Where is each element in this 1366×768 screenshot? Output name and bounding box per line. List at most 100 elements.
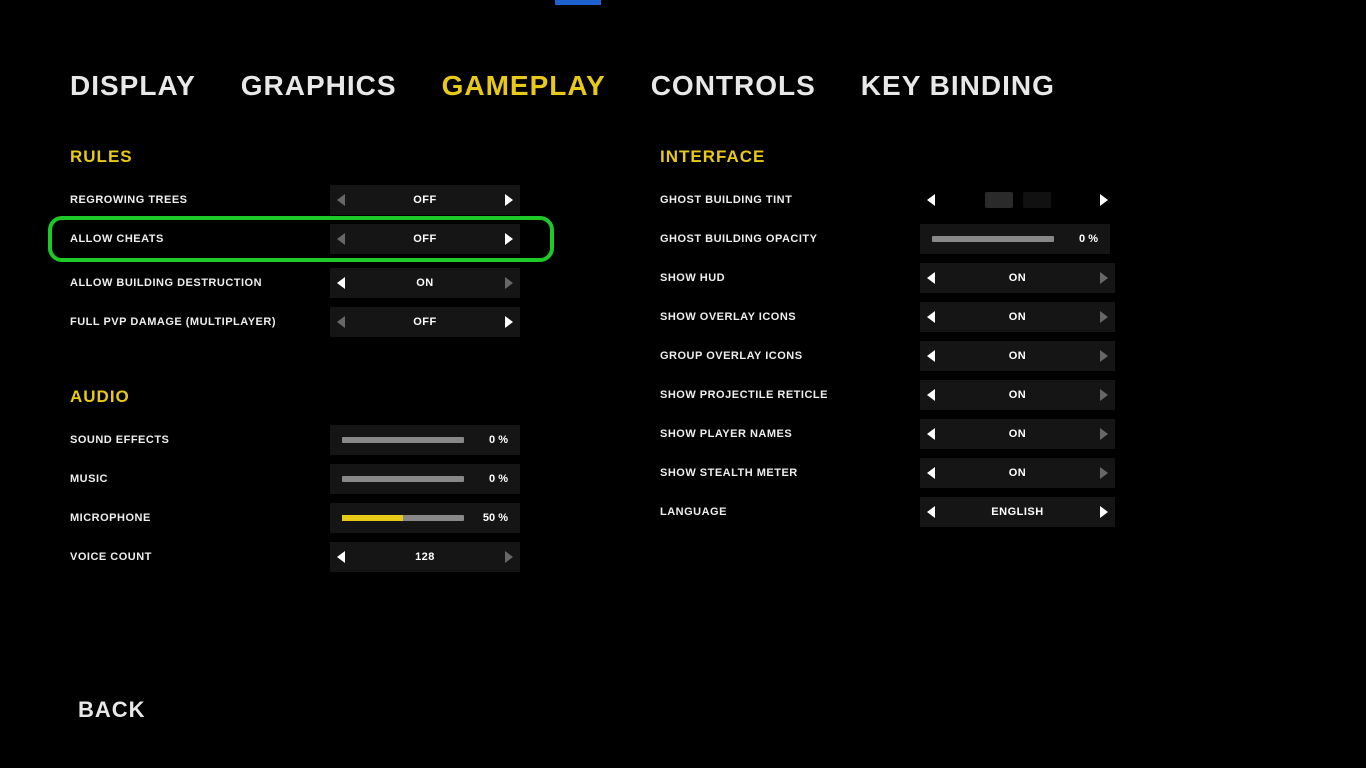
arrow-right-icon[interactable] (1093, 185, 1115, 215)
swatch[interactable] (985, 192, 1013, 208)
selector-regrowing-trees[interactable]: OFF (330, 185, 520, 215)
arrow-left-icon[interactable] (920, 380, 942, 410)
row-sound-effects: SOUND EFFECTS 0 % (70, 425, 540, 455)
selector-show-names[interactable]: ON (920, 419, 1115, 449)
arrow-left-icon[interactable] (920, 497, 942, 527)
arrow-left-icon[interactable] (920, 341, 942, 371)
arrow-left-icon[interactable] (330, 542, 352, 572)
arrow-right-icon[interactable] (498, 185, 520, 215)
value-voice-count: 128 (352, 551, 498, 563)
arrow-left-icon[interactable] (330, 268, 352, 298)
label-show-reticle: SHOW PROJECTILE RETICLE (660, 389, 920, 401)
slider-sound-effects[interactable]: 0 % (330, 425, 520, 455)
selector-allow-building-destruction[interactable]: ON (330, 268, 520, 298)
section-audio-title: AUDIO (70, 387, 540, 407)
row-music: MUSIC 0 % (70, 464, 540, 494)
top-marker (555, 0, 601, 5)
arrow-right-icon[interactable] (498, 224, 520, 254)
slider-track[interactable] (342, 437, 464, 443)
arrow-left-icon[interactable] (920, 185, 942, 215)
label-ghost-opacity: GHOST BUILDING OPACITY (660, 233, 920, 245)
arrow-right-icon[interactable] (1093, 263, 1115, 293)
selector-show-hud[interactable]: ON (920, 263, 1115, 293)
label-show-overlay: SHOW OVERLAY ICONS (660, 311, 920, 323)
selector-ghost-tint[interactable] (920, 185, 1115, 215)
label-ghost-tint: GHOST BUILDING TINT (660, 194, 920, 206)
tab-display[interactable]: DISPLAY (70, 70, 196, 102)
arrow-left-icon[interactable] (330, 185, 352, 215)
selector-show-overlay[interactable]: ON (920, 302, 1115, 332)
value-show-reticle: ON (942, 389, 1093, 401)
label-group-overlay: GROUP OVERLAY ICONS (660, 350, 920, 362)
tab-gameplay[interactable]: GAMEPLAY (442, 70, 606, 102)
arrow-left-icon[interactable] (920, 302, 942, 332)
arrow-right-icon[interactable] (498, 307, 520, 337)
selector-voice-count[interactable]: 128 (330, 542, 520, 572)
value-sound-effects: 0 % (476, 434, 508, 446)
value-show-stealth: ON (942, 467, 1093, 479)
row-show-overlay: SHOW OVERLAY ICONS ON (660, 302, 1130, 332)
label-microphone: MICROPHONE (70, 512, 330, 524)
value-language: ENGLISH (942, 506, 1093, 518)
slider-music[interactable]: 0 % (330, 464, 520, 494)
row-regrowing-trees: REGROWING TREES OFF (70, 185, 540, 215)
value-allow-cheats: OFF (352, 233, 498, 245)
arrow-left-icon[interactable] (920, 263, 942, 293)
tab-keybinding[interactable]: KEY BINDING (861, 70, 1055, 102)
row-show-names: SHOW PLAYER NAMES ON (660, 419, 1130, 449)
arrow-right-icon[interactable] (1093, 458, 1115, 488)
row-voice-count: VOICE COUNT 128 (70, 542, 540, 572)
tab-controls[interactable]: CONTROLS (651, 70, 816, 102)
row-group-overlay: GROUP OVERLAY ICONS ON (660, 341, 1130, 371)
slider-track[interactable] (932, 236, 1054, 242)
arrow-right-icon[interactable] (1093, 497, 1115, 527)
row-microphone: MICROPHONE 50 % (70, 503, 540, 533)
row-ghost-opacity: GHOST BUILDING OPACITY 0 % (660, 224, 1130, 254)
row-allow-cheats: ALLOW CHEATS OFF (70, 224, 540, 254)
arrow-left-icon[interactable] (920, 458, 942, 488)
section-interface-title: INTERFACE (660, 147, 1130, 167)
slider-microphone[interactable]: 50 % (330, 503, 520, 533)
row-show-reticle: SHOW PROJECTILE RETICLE ON (660, 380, 1130, 410)
value-microphone: 50 % (476, 512, 508, 524)
selector-show-stealth[interactable]: ON (920, 458, 1115, 488)
label-show-names: SHOW PLAYER NAMES (660, 428, 920, 440)
label-music: MUSIC (70, 473, 330, 485)
slider-ghost-opacity[interactable]: 0 % (920, 224, 1110, 254)
label-sound-effects: SOUND EFFECTS (70, 434, 330, 446)
value-show-hud: ON (942, 272, 1093, 284)
arrow-left-icon[interactable] (920, 419, 942, 449)
value-group-overlay: ON (942, 350, 1093, 362)
value-show-overlay: ON (942, 311, 1093, 323)
tab-graphics[interactable]: GRAPHICS (241, 70, 397, 102)
arrow-right-icon[interactable] (1093, 341, 1115, 371)
selector-allow-cheats[interactable]: OFF (330, 224, 520, 254)
arrow-right-icon[interactable] (1093, 302, 1115, 332)
value-ghost-opacity: 0 % (1066, 233, 1098, 245)
label-regrowing-trees: REGROWING TREES (70, 194, 330, 206)
slider-track[interactable] (342, 515, 464, 521)
arrow-right-icon[interactable] (498, 268, 520, 298)
settings-tabs: DISPLAY GRAPHICS GAMEPLAY CONTROLS KEY B… (70, 70, 1296, 102)
value-show-names: ON (942, 428, 1093, 440)
slider-track[interactable] (342, 476, 464, 482)
selector-full-pvp[interactable]: OFF (330, 307, 520, 337)
selector-group-overlay[interactable]: ON (920, 341, 1115, 371)
value-music: 0 % (476, 473, 508, 485)
label-full-pvp: FULL PVP DAMAGE (MULTIPLAYER) (70, 316, 330, 328)
arrow-right-icon[interactable] (1093, 380, 1115, 410)
label-allow-cheats: ALLOW CHEATS (70, 233, 330, 245)
arrow-left-icon[interactable] (330, 224, 352, 254)
selector-language[interactable]: ENGLISH (920, 497, 1115, 527)
swatch[interactable] (1023, 192, 1051, 208)
row-show-hud: SHOW HUD ON (660, 263, 1130, 293)
value-allow-building-destruction: ON (352, 277, 498, 289)
label-show-stealth: SHOW STEALTH METER (660, 467, 920, 479)
arrow-left-icon[interactable] (330, 307, 352, 337)
arrow-right-icon[interactable] (1093, 419, 1115, 449)
selector-show-reticle[interactable]: ON (920, 380, 1115, 410)
back-button[interactable]: BACK (78, 697, 146, 723)
arrow-right-icon[interactable] (498, 542, 520, 572)
label-language: LANGUAGE (660, 506, 920, 518)
label-voice-count: VOICE COUNT (70, 551, 330, 563)
